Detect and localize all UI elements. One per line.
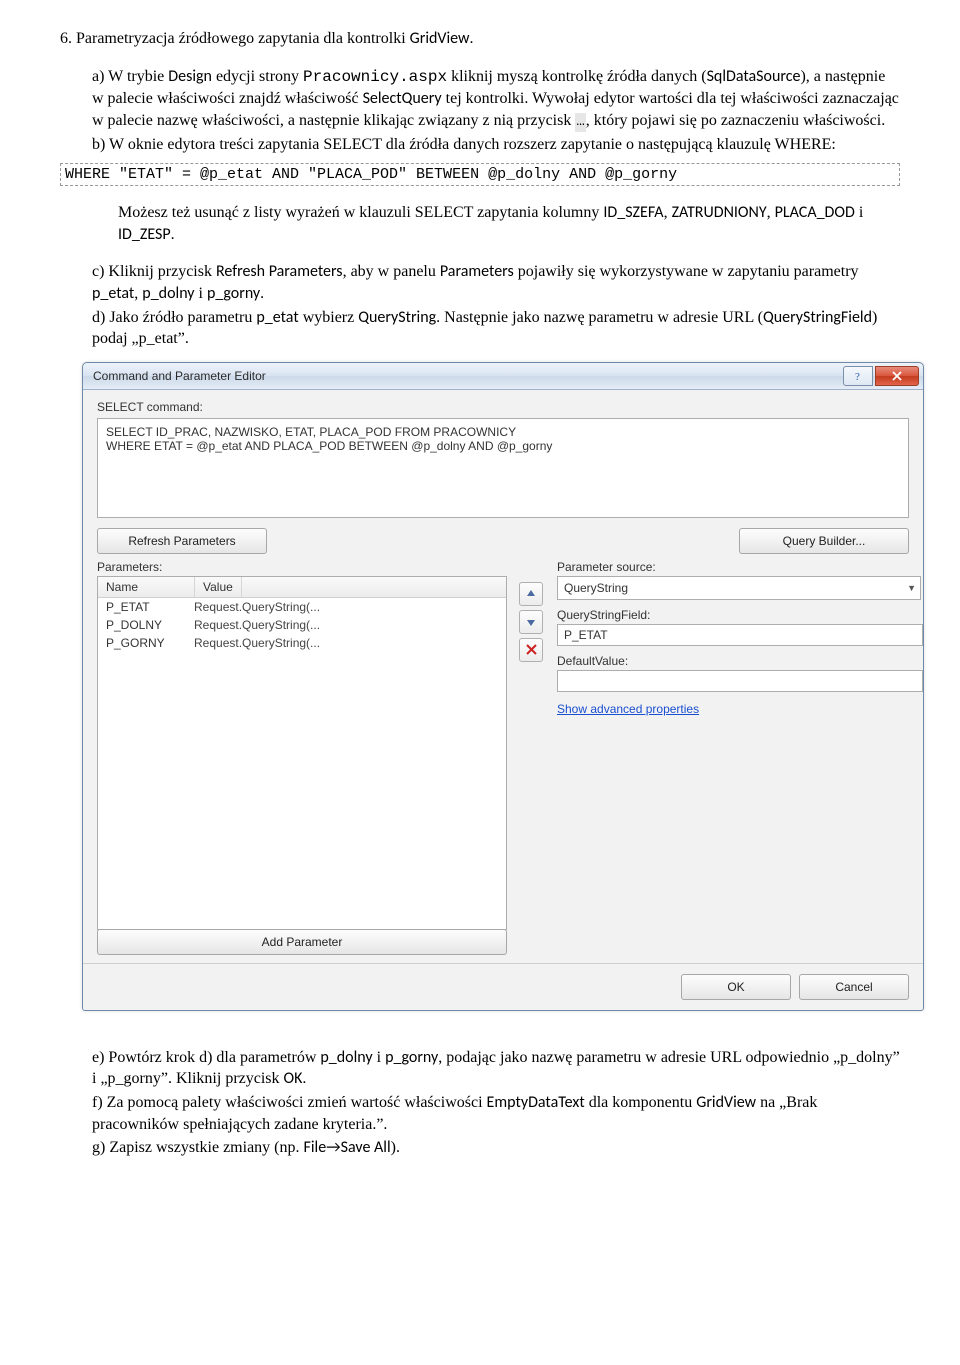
arrow-down-icon	[525, 616, 537, 628]
parameters-label: Parameters:	[97, 560, 507, 574]
close-button[interactable]	[875, 366, 919, 386]
column-header-name[interactable]: Name	[98, 577, 195, 597]
parameter-source-dropdown[interactable]: QueryString ▼	[557, 576, 921, 600]
table-row: P_DOLNYRequest.QueryString(...	[98, 616, 506, 634]
step-c: c) Kliknij przycisk Refresh Parameters, …	[92, 261, 900, 304]
parameter-source-label: Parameter source:	[557, 560, 909, 574]
table-row: P_GORNYRequest.QueryString(...	[98, 634, 506, 652]
querystringfield-label: QueryStringField:	[557, 608, 909, 622]
arrow-up-icon	[525, 588, 537, 600]
querystringfield-input[interactable]: P_ETAT	[557, 624, 923, 646]
step-b: b) W oknie edytora treści zapytania SELE…	[92, 134, 900, 156]
chevron-down-icon: ▼	[907, 583, 916, 593]
step-g: g) Zapisz wszystkie zmiany (np. File→Sav…	[92, 1137, 900, 1159]
select-command-label: SELECT command:	[97, 400, 909, 414]
step-a: a) W trybie Design edycji strony Pracown…	[92, 66, 900, 132]
command-parameter-editor-window: Command and Parameter Editor ? SELECT co…	[82, 362, 924, 1011]
delete-x-icon	[525, 643, 538, 656]
cancel-button[interactable]: Cancel	[799, 974, 909, 1000]
step-d: d) Jako źródło parametru p_etat wybierz …	[92, 307, 900, 350]
parameters-list[interactable]: Name Value P_ETATRequest.QueryString(...…	[97, 576, 507, 930]
defaultvalue-input[interactable]	[557, 670, 923, 692]
query-builder-button[interactable]: Query Builder...	[739, 528, 909, 554]
note-remove-columns: Możesz też usunąć z listy wyrażeń w klau…	[118, 202, 900, 245]
add-parameter-button[interactable]: Add Parameter	[97, 929, 507, 955]
ok-button[interactable]: OK	[681, 974, 791, 1000]
column-header-value[interactable]: Value	[195, 577, 242, 597]
select-command-textbox[interactable]: SELECT ID_PRAC, NAZWISKO, ETAT, PLACA_PO…	[97, 418, 909, 518]
ellipsis-button-icon: …	[575, 113, 585, 132]
defaultvalue-label: DefaultValue:	[557, 654, 909, 668]
svg-text:?: ?	[855, 371, 860, 381]
step-e: e) Powtórz krok d) dla parametrów p_doln…	[92, 1047, 900, 1090]
move-down-button[interactable]	[519, 610, 543, 634]
delete-button[interactable]	[519, 638, 543, 662]
table-row: P_ETATRequest.QueryString(...	[98, 598, 506, 616]
window-title: Command and Parameter Editor	[93, 369, 266, 383]
show-advanced-properties-link[interactable]: Show advanced properties	[557, 702, 699, 716]
where-clause-code: WHERE "ETAT" = @p_etat AND "PLACA_POD" B…	[60, 163, 900, 186]
help-icon: ?	[853, 371, 863, 381]
help-button[interactable]: ?	[843, 366, 873, 386]
close-icon	[891, 370, 903, 382]
heading: 6. Parametryzacja źródłowego zapytania d…	[60, 28, 900, 50]
step-f: f) Za pomocą palety właściwości zmień wa…	[92, 1092, 900, 1135]
move-up-button[interactable]	[519, 582, 543, 606]
refresh-parameters-button[interactable]: Refresh Parameters	[97, 528, 267, 554]
titlebar: Command and Parameter Editor ?	[83, 363, 923, 390]
